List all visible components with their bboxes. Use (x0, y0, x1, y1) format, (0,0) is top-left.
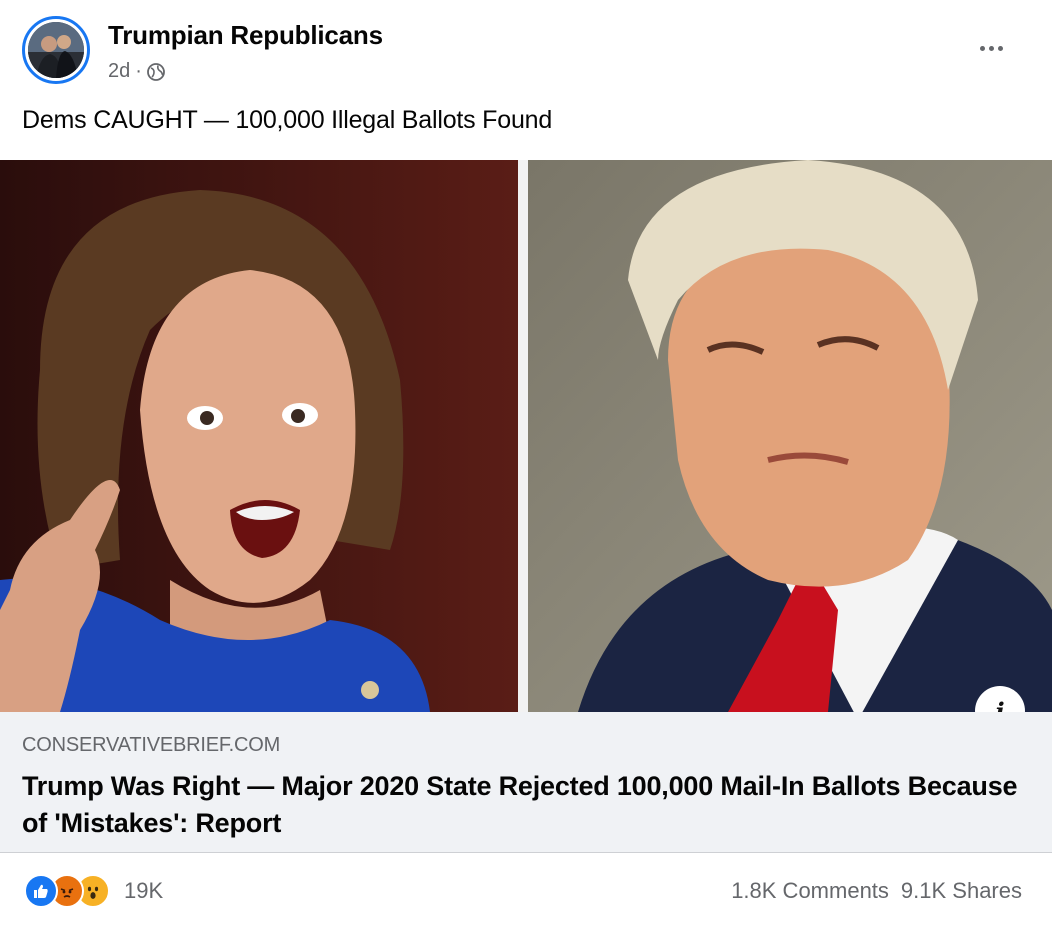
link-domain: CONSERVATIVEBRIEF.COM (22, 734, 281, 756)
engagement-stats: 1.8K Comments 9.1K Shares (731, 878, 1022, 904)
photo-left (0, 160, 518, 712)
reaction-count: 19K (124, 878, 164, 903)
comments-count-link[interactable]: 1.8K Comments (731, 878, 889, 904)
more-dot (988, 45, 994, 51)
image-divider (518, 160, 528, 712)
more-dot (979, 45, 985, 51)
page-avatar[interactable] (22, 16, 90, 84)
more-options-icon[interactable] (966, 30, 1016, 66)
meta-separator: · (135, 60, 142, 82)
post-timestamp[interactable]: 2d (108, 60, 130, 83)
photo-right (528, 160, 1052, 712)
shares-count-link[interactable]: 9.1K Shares (901, 878, 1022, 904)
avatar-photo (28, 22, 84, 78)
page-name-link[interactable]: Trumpian Republicans (108, 20, 383, 51)
link-preview[interactable]: CONSERVATIVEBRIEF.COM Trump Was Right — … (0, 712, 1052, 852)
reaction-summary[interactable]: 19K (24, 874, 163, 908)
post-meta: 2d · (108, 60, 165, 83)
globe-icon[interactable] (147, 62, 165, 81)
facebook-post: Trumpian Republicans 2d · Dems CAUGHT — … (0, 0, 1056, 928)
more-dot (997, 45, 1003, 51)
post-image[interactable] (0, 160, 1052, 712)
like-icon (24, 874, 58, 908)
link-headline[interactable]: Trump Was Right — Major 2020 State Rejec… (22, 768, 1022, 842)
footer-divider (0, 852, 1052, 853)
post-caption: Dems CAUGHT — 100,000 Illegal Ballots Fo… (22, 106, 553, 134)
